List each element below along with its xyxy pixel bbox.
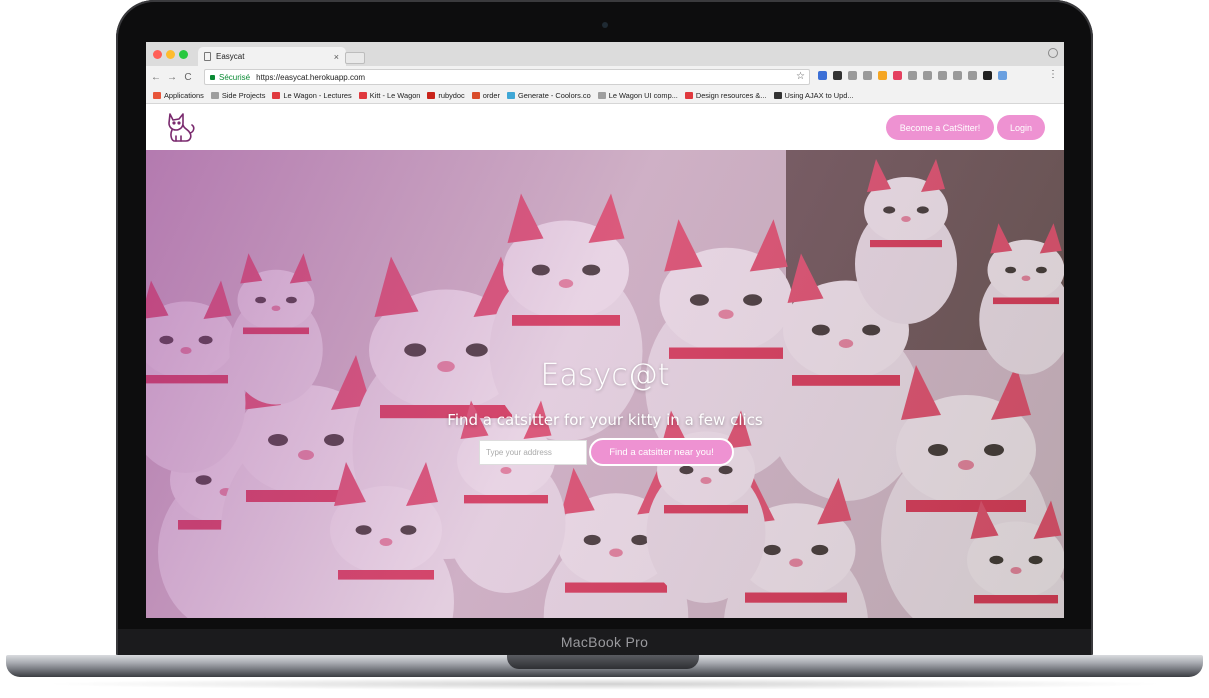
bookmark-label: Side Projects bbox=[221, 91, 266, 100]
bookmark-label: Generate - Coolors.co bbox=[517, 91, 591, 100]
bookmark-icon bbox=[471, 92, 480, 99]
extension-icon[interactable] bbox=[878, 71, 887, 80]
address-bar[interactable]: Sécurisé https://easycat.herokuapp.com ☆ bbox=[204, 69, 810, 85]
tab-easycat[interactable]: Easycat × bbox=[198, 47, 346, 66]
bookmark-item[interactable]: Generate - Coolors.co bbox=[506, 91, 591, 100]
become-catsitter-button[interactable]: Become a CatSitter! bbox=[886, 115, 994, 140]
bookmark-icon bbox=[597, 92, 606, 99]
bookmark-item[interactable]: order bbox=[471, 91, 500, 100]
close-window-button[interactable] bbox=[153, 50, 162, 59]
address-input[interactable] bbox=[479, 440, 587, 465]
bookmark-label: rubydoc bbox=[438, 91, 465, 100]
bookmark-icon bbox=[153, 92, 161, 99]
bookmark-icon bbox=[272, 92, 281, 99]
laptop-shadow bbox=[40, 678, 1169, 690]
bookmark-item[interactable]: Le Wagon - Lectures bbox=[272, 91, 352, 100]
bookmark-icon bbox=[427, 92, 436, 99]
tab-title: Easycat bbox=[216, 52, 245, 61]
bookmark-label: Le Wagon UI comp... bbox=[608, 91, 678, 100]
extension-icon[interactable] bbox=[833, 71, 842, 80]
bookmark-item[interactable]: Using AJAX to Upd... bbox=[773, 91, 854, 100]
bookmark-label: Applications bbox=[164, 91, 204, 100]
url-text[interactable]: https://easycat.herokuapp.com bbox=[256, 73, 365, 82]
profile-icon[interactable] bbox=[1048, 48, 1058, 58]
page-icon bbox=[204, 52, 211, 61]
bookmark-icon bbox=[210, 92, 219, 99]
bookmark-item[interactable]: Kitt - Le Wagon bbox=[358, 91, 421, 100]
bookmark-icon bbox=[773, 92, 782, 99]
bookmark-icon bbox=[358, 92, 367, 99]
bookmark-item[interactable]: Le Wagon UI comp... bbox=[597, 91, 678, 100]
bookmarks-bar: Applications Side Projects Le Wagon - Lect… bbox=[146, 88, 1064, 104]
bookmark-item[interactable]: Applications bbox=[153, 91, 204, 100]
laptop-chin: MacBook Pro bbox=[118, 629, 1091, 655]
bookmark-label: Kitt - Le Wagon bbox=[369, 91, 421, 100]
bookmark-item[interactable]: Side Projects bbox=[210, 91, 266, 100]
extension-icon[interactable] bbox=[908, 71, 917, 80]
bookmark-item[interactable]: rubydoc bbox=[427, 91, 465, 100]
extension-icon[interactable] bbox=[818, 71, 827, 80]
back-button[interactable]: ← bbox=[150, 72, 162, 83]
site-navbar: Become a CatSitter! Login bbox=[146, 104, 1064, 150]
extension-icon[interactable] bbox=[968, 71, 977, 80]
browser-menu-icon[interactable]: ⋮ bbox=[1048, 69, 1058, 80]
bookmark-label: order bbox=[482, 91, 500, 100]
extension-icon[interactable] bbox=[923, 71, 932, 80]
extension-icons bbox=[818, 71, 1007, 80]
laptop-notch bbox=[507, 655, 699, 669]
browser-toolbar: ← → C Sécurisé https://easycat.herokuapp… bbox=[146, 66, 1064, 88]
secure-label: Sécurisé bbox=[219, 72, 251, 82]
lock-icon bbox=[210, 74, 215, 80]
hero-banner: Easyc@t Find a catsitter for your kitty … bbox=[146, 150, 1064, 618]
hero-subtitle: Find a catsitter for your kitty in a few… bbox=[447, 411, 763, 429]
bookmark-label: Design resources &... bbox=[695, 91, 767, 100]
tab-close-icon[interactable]: × bbox=[334, 52, 339, 62]
hero-title: Easyc@t bbox=[540, 358, 670, 393]
bookmark-label: Le Wagon - Lectures bbox=[283, 91, 352, 100]
bookmark-icon bbox=[506, 92, 515, 99]
bookmark-item[interactable]: Design resources &... bbox=[684, 91, 767, 100]
new-tab-button[interactable] bbox=[345, 52, 365, 64]
extension-icon[interactable] bbox=[953, 71, 962, 80]
bookmark-star-icon[interactable]: ☆ bbox=[796, 71, 805, 82]
extension-icon[interactable] bbox=[998, 71, 1007, 80]
screen: Easycat × ← → C Sécurisé https://easycat… bbox=[146, 42, 1064, 618]
camera bbox=[602, 22, 608, 28]
extension-icon[interactable] bbox=[893, 71, 902, 80]
forward-button[interactable]: → bbox=[166, 72, 178, 83]
extension-icon[interactable] bbox=[983, 71, 992, 80]
bookmark-label: Using AJAX to Upd... bbox=[784, 91, 854, 100]
maximize-window-button[interactable] bbox=[179, 50, 188, 59]
extension-icon[interactable] bbox=[848, 71, 857, 80]
minimize-window-button[interactable] bbox=[166, 50, 175, 59]
bookmark-icon bbox=[684, 92, 693, 99]
cat-logo-icon[interactable] bbox=[164, 110, 198, 144]
login-button[interactable]: Login bbox=[997, 115, 1045, 140]
reload-button[interactable]: C bbox=[182, 72, 194, 83]
tab-strip: Easycat × bbox=[146, 42, 1064, 66]
extension-icon[interactable] bbox=[863, 71, 872, 80]
find-catsitter-button[interactable]: Find a catsitter near you! bbox=[589, 438, 734, 466]
extension-icon[interactable] bbox=[938, 71, 947, 80]
model-label: MacBook Pro bbox=[560, 634, 649, 650]
